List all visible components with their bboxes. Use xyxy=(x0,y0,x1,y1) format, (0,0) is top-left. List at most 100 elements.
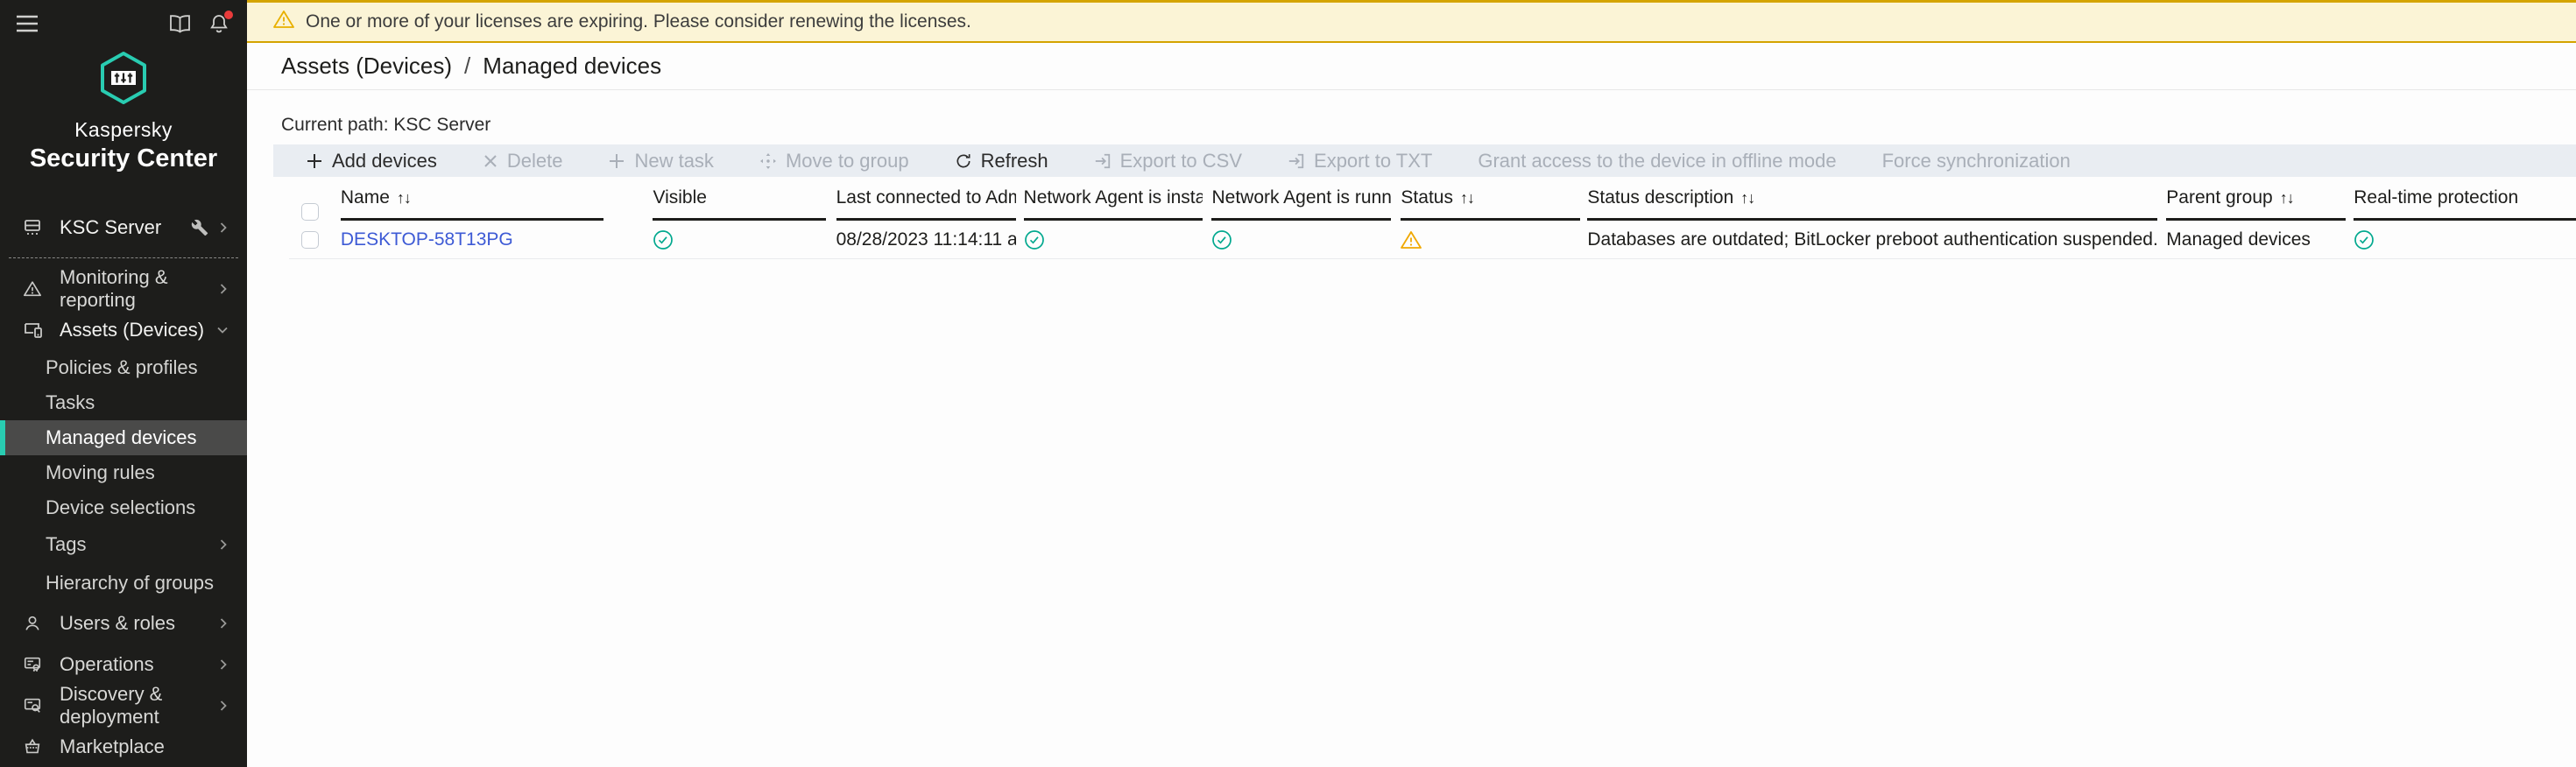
operations-icon xyxy=(23,655,54,674)
license-warning-banner: One or more of your licenses are expirin… xyxy=(247,0,2576,43)
sort-icon[interactable]: ↑↓ xyxy=(1740,189,1754,208)
move-to-group-button[interactable]: Move to group xyxy=(759,150,909,172)
column-header-real-time-protection[interactable]: Real-time protection xyxy=(2354,187,2576,221)
breadcrumb-assets-devices[interactable]: Assets (Devices) xyxy=(281,53,452,80)
check-circle-icon xyxy=(1024,229,1045,250)
sidebar-item-policies-profiles[interactable]: Policies & profiles xyxy=(0,350,247,385)
brand-product: Security Center xyxy=(0,144,247,173)
kaspersky-hexagon-icon xyxy=(98,51,149,105)
export-to-csv-button[interactable]: Export to CSV xyxy=(1094,150,1242,172)
current-path-label: Current path: KSC Server xyxy=(281,115,2576,136)
x-icon xyxy=(483,153,498,169)
hamburger-menu-icon[interactable] xyxy=(16,15,39,32)
sidebar-item-hierarchy-of-groups[interactable]: Hierarchy of groups xyxy=(0,564,247,602)
move-icon xyxy=(759,152,777,170)
refresh-button[interactable]: Refresh xyxy=(955,150,1048,172)
sidebar-item-label: Tasks xyxy=(46,391,229,414)
table-header-row: Name ↑↓ Visible Last connected to Admini… xyxy=(289,187,2576,221)
sidebar-item-device-selections[interactable]: Device selections xyxy=(0,490,247,525)
export-icon xyxy=(1094,152,1112,170)
sidebar-item-operations[interactable]: Operations xyxy=(0,644,247,685)
column-header-parent-group[interactable]: Parent group ↑↓ xyxy=(2166,187,2346,221)
warning-triangle-icon xyxy=(273,10,294,34)
sidebar-item-ksc-server[interactable]: KSC Server xyxy=(0,207,247,248)
plus-icon xyxy=(608,152,625,170)
chevron-right-icon xyxy=(217,658,229,672)
documentation-book-icon[interactable] xyxy=(169,15,191,33)
parent-group-cell: Managed devices xyxy=(2166,229,2346,250)
sidebar-item-managed-devices[interactable]: Managed devices xyxy=(0,420,247,455)
sidebar-item-users-roles[interactable]: Users & roles xyxy=(0,602,247,644)
brand-name: Kaspersky xyxy=(0,118,247,142)
visible-cell xyxy=(653,229,825,250)
sidebar-item-label: Monitoring & reporting xyxy=(54,266,217,312)
device-link[interactable]: DESKTOP-58T13PG xyxy=(341,229,513,250)
sort-icon[interactable]: ↑↓ xyxy=(2280,189,2294,208)
sort-icon[interactable]: ↑↓ xyxy=(1460,189,1474,208)
status-description-cell: Databases are outdated; BitLocker preboo… xyxy=(1587,229,2157,250)
refresh-icon xyxy=(955,152,972,170)
banner-message: One or more of your licenses are expirin… xyxy=(306,11,971,32)
sidebar-item-moving-rules[interactable]: Moving rules xyxy=(0,455,247,490)
sidebar-item-label: Users & roles xyxy=(54,612,217,635)
chevron-right-icon xyxy=(217,616,229,630)
basket-icon xyxy=(23,737,54,756)
warning-triangle-icon xyxy=(1401,230,1422,250)
sidebar-nav: KSC Server Monitoring & reporting Assets… xyxy=(0,207,247,767)
sidebar-item-label: Tags xyxy=(46,533,217,556)
delete-button[interactable]: Delete xyxy=(483,150,563,172)
notifications-bell-icon[interactable] xyxy=(208,13,229,34)
chevron-right-icon xyxy=(217,538,229,552)
sidebar-item-label: Assets (Devices) xyxy=(54,319,215,341)
column-header-network-agent-running[interactable]: Network Agent is running xyxy=(1211,187,1391,221)
table-row: DESKTOP-58T13PG 08/28/2023 11:14:11 am D… xyxy=(289,221,2576,259)
column-header-network-agent-installed[interactable]: Network Agent is installed xyxy=(1024,187,1203,221)
add-devices-button[interactable]: Add devices xyxy=(306,150,437,172)
sort-icon[interactable]: ↑↓ xyxy=(397,189,411,208)
column-header-visible[interactable]: Visible xyxy=(653,187,825,221)
chevron-right-icon xyxy=(217,699,229,713)
column-header-name[interactable]: Name ↑↓ xyxy=(341,187,604,221)
column-header-status-description[interactable]: Status description ↑↓ xyxy=(1587,187,2157,221)
sidebar-item-label: KSC Server xyxy=(54,216,191,239)
sidebar-item-tasks[interactable]: Tasks xyxy=(0,385,247,420)
sidebar-item-tags[interactable]: Tags xyxy=(0,525,247,564)
discovery-icon xyxy=(23,696,54,715)
app-logo: Kaspersky Security Center xyxy=(0,51,247,173)
wrench-settings-icon[interactable] xyxy=(191,219,217,236)
sidebar-item-discovery-deployment[interactable]: Discovery & deployment xyxy=(0,685,247,726)
breadcrumb-managed-devices: Managed devices xyxy=(483,53,661,80)
network-agent-installed-cell xyxy=(1024,229,1203,250)
toolbar: Add devices Delete New task Move to grou… xyxy=(273,144,2576,177)
chevron-down-icon xyxy=(215,324,229,336)
column-header-status[interactable]: Status ↑↓ xyxy=(1401,187,1580,221)
devices-icon xyxy=(23,320,54,340)
breadcrumb-separator: / xyxy=(464,53,470,80)
sidebar-item-label: Operations xyxy=(54,653,217,676)
device-name-cell: DESKTOP-58T13PG xyxy=(341,229,604,250)
status-cell xyxy=(1401,230,1580,250)
sidebar-item-label: Moving rules xyxy=(46,461,229,484)
notification-dot xyxy=(224,11,233,19)
row-checkbox[interactable] xyxy=(301,231,319,249)
grant-offline-access-button[interactable]: Grant access to the device in offline mo… xyxy=(1478,150,1836,172)
sidebar-item-monitoring-reporting[interactable]: Monitoring & reporting xyxy=(0,268,247,309)
sidebar-item-assets-devices[interactable]: Assets (Devices) xyxy=(0,309,247,350)
column-header-last-connected[interactable]: Last connected to Admini… >> ↑ xyxy=(836,187,1016,221)
sidebar-item-label: Discovery & deployment xyxy=(54,683,217,728)
sidebar-divider xyxy=(9,257,238,258)
new-task-button[interactable]: New task xyxy=(608,150,713,172)
chevron-right-icon xyxy=(217,282,229,296)
sidebar-item-label: Policies & profiles xyxy=(46,356,229,379)
network-agent-running-cell xyxy=(1211,229,1391,250)
sidebar-item-label: Hierarchy of groups xyxy=(46,572,229,595)
sidebar: Kaspersky Security Center KSC Server Mon… xyxy=(0,0,247,767)
force-synchronization-button[interactable]: Force synchronization xyxy=(1882,150,2071,172)
devices-table: Name ↑↓ Visible Last connected to Admini… xyxy=(289,187,2576,259)
select-all-cell xyxy=(289,203,341,221)
select-all-checkbox[interactable] xyxy=(301,203,319,221)
check-circle-icon xyxy=(653,229,674,250)
export-to-txt-button[interactable]: Export to TXT xyxy=(1288,150,1432,172)
sidebar-item-marketplace[interactable]: Marketplace xyxy=(0,726,247,767)
plus-icon xyxy=(306,152,323,170)
